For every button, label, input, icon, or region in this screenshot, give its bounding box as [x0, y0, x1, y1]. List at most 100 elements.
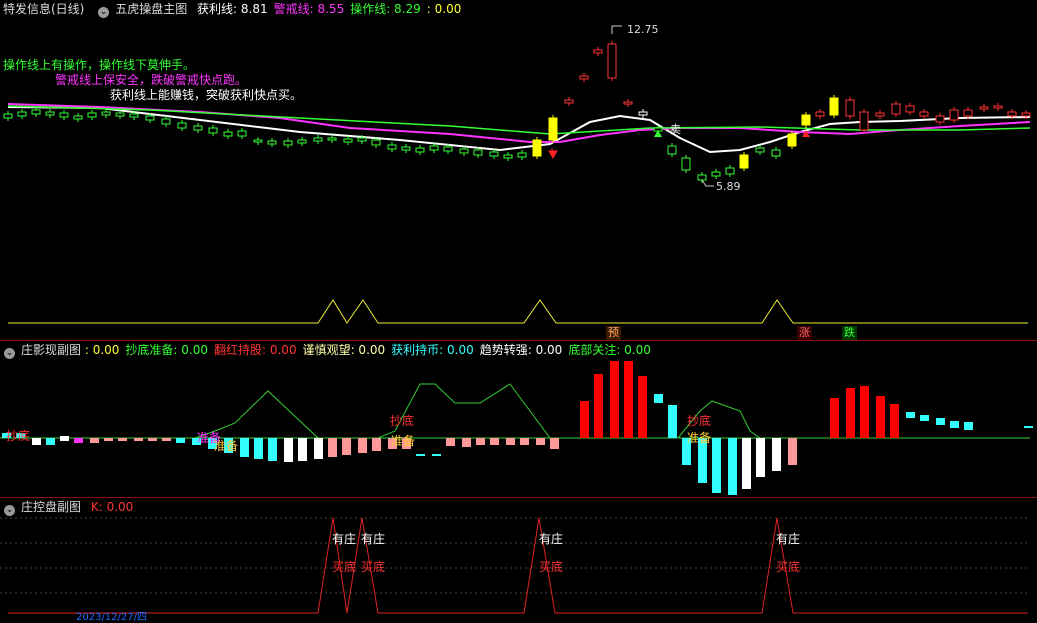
histogram-bar — [284, 438, 293, 462]
histogram-bar — [890, 404, 899, 438]
candle-body — [1021, 112, 1031, 117]
candle-body — [711, 171, 721, 177]
warning-line — [7, 103, 1031, 143]
candle-body — [815, 111, 825, 117]
chaodi-label-2: 抄底 — [390, 414, 415, 428]
histogram-bar — [60, 436, 69, 441]
histogram-bar — [788, 438, 797, 465]
histogram-bar — [134, 438, 143, 441]
signal-tag-rise: 涨 — [797, 326, 812, 340]
candle-body — [313, 137, 323, 142]
mid-indicator-chart — [0, 361, 1033, 495]
histogram-bar — [772, 438, 781, 471]
histogram-bar — [176, 438, 185, 443]
candle-body — [875, 112, 885, 117]
candle-body — [564, 99, 574, 104]
candle-body — [371, 139, 381, 146]
candle-body — [489, 151, 499, 157]
candle-body — [623, 101, 633, 105]
date-strip[interactable]: 2023/12/27/四 — [0, 612, 1037, 623]
maidi-label-1: 买底 — [332, 560, 357, 574]
histogram-bar — [268, 438, 277, 461]
candle-body — [771, 149, 781, 157]
histogram-bar — [550, 438, 559, 449]
histogram-bar — [876, 396, 885, 438]
candle-body — [548, 117, 558, 141]
histogram-bar — [610, 361, 619, 438]
candle-body — [681, 157, 691, 171]
candle-body — [193, 125, 203, 131]
candle-body — [31, 109, 41, 115]
operation-line — [7, 105, 1031, 135]
maidi-label-3: 买底 — [539, 560, 564, 574]
candle-body — [87, 112, 97, 118]
bottom-indicator-chart — [0, 517, 1030, 614]
histogram-bar — [416, 454, 425, 456]
chaodi-label-3: 抄底 — [687, 414, 712, 428]
candle-body — [859, 111, 869, 131]
candle-body — [415, 147, 425, 153]
histogram-bar — [624, 361, 633, 438]
youzhuang-label-2: 有庄 — [361, 532, 386, 546]
candle-body — [237, 130, 247, 137]
histogram-bar — [920, 415, 929, 421]
candle-body — [129, 113, 139, 118]
histogram-bar — [162, 438, 171, 441]
histogram-bar — [476, 438, 485, 445]
histogram-bar — [668, 405, 677, 438]
histogram-bar — [742, 438, 751, 489]
candle-body — [919, 111, 929, 117]
candlestick-chart — [3, 25, 1031, 324]
sell-label: 卖 — [670, 123, 681, 136]
histogram-bar — [906, 412, 915, 418]
candle-body — [45, 111, 55, 116]
mid-indicator-panel[interactable]: ⌄ 庄影现副图 : 0.00 抄底准备: 0.00 翻红持股: 0.00 谨慎观望: 0… — [0, 341, 1037, 497]
histogram-bar — [712, 438, 721, 493]
candle-body — [429, 145, 439, 151]
candle-body — [357, 137, 367, 142]
histogram-bar — [446, 438, 455, 446]
candle-body — [443, 146, 453, 152]
chaodi-label-1: 抄底 — [6, 429, 31, 443]
histogram-bar — [964, 422, 973, 430]
candle-body — [297, 139, 307, 144]
candle-body — [1007, 111, 1017, 117]
histogram-bar — [328, 438, 337, 457]
candle-body — [532, 139, 542, 157]
candle-body — [739, 154, 749, 169]
candle-body — [208, 127, 218, 134]
candle-body — [517, 152, 527, 158]
histogram-bar — [90, 438, 99, 443]
youzhuang-label-3: 有庄 — [539, 532, 564, 546]
candle-body — [787, 133, 797, 147]
candle-body — [223, 131, 233, 137]
histogram-bar — [74, 438, 83, 443]
candle-body — [891, 103, 901, 115]
histogram-bar — [46, 438, 55, 445]
youzhuang-label-1: 有庄 — [332, 532, 357, 546]
candle-body — [579, 75, 589, 80]
candle-body — [161, 118, 171, 125]
histogram-bar — [118, 438, 127, 441]
candle-body — [401, 146, 411, 151]
histogram-bar — [104, 438, 113, 441]
histogram-bar — [314, 438, 323, 459]
candle-body — [283, 140, 293, 146]
ready-label-1b: 准备 — [214, 439, 239, 453]
candle-body — [607, 43, 617, 79]
histogram-bar — [254, 438, 263, 459]
candle-body — [725, 167, 735, 175]
candle-body — [845, 99, 855, 117]
candle-body — [503, 154, 513, 159]
high-price-label: 12.75 — [627, 23, 659, 36]
histogram-bar — [506, 438, 515, 445]
histogram-bar — [372, 438, 381, 451]
histogram-bar — [936, 418, 945, 425]
histogram-bar — [462, 438, 471, 447]
histogram-bar — [1024, 426, 1033, 428]
histogram-bar — [490, 438, 499, 445]
main-chart-panel[interactable]: 特发信息(日线) ⌄ 五虎操盘主图 获利线: 8.81 警戒线: 8.55 操作线: … — [0, 0, 1037, 340]
candle-body — [459, 148, 469, 154]
bottom-indicator-panel[interactable]: ⌄ 庄控盘副图 K: 0.00 有庄 有庄 有庄 有庄 买底 买底 买底 买底 — [0, 498, 1037, 614]
histogram-bar — [830, 398, 839, 438]
